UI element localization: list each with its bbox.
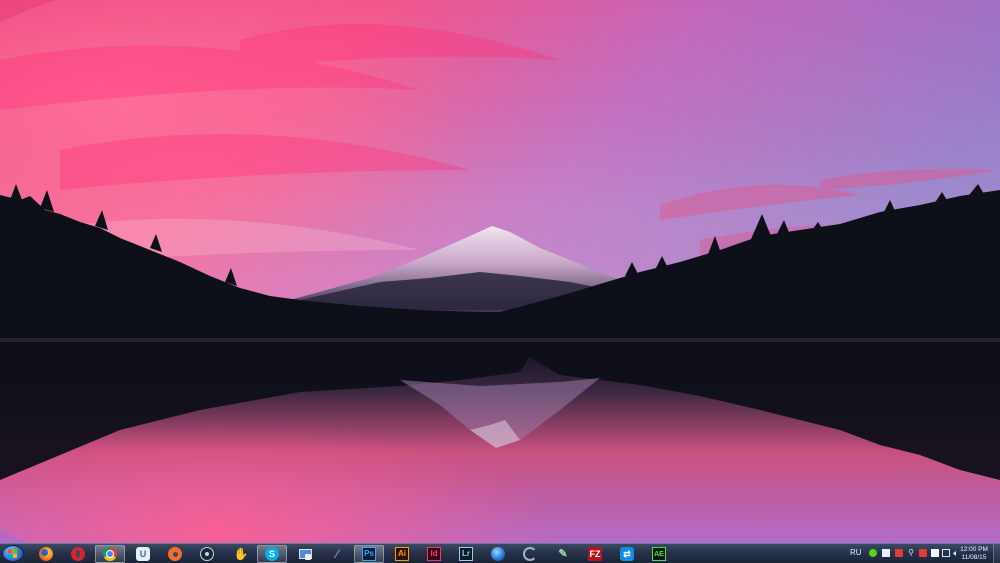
taskbar-app-opera[interactable] (63, 545, 93, 563)
taskbar-app-hand[interactable]: ✋ (226, 545, 256, 563)
network-icon[interactable]: ⚲ (907, 549, 915, 557)
feather-icon: ⁄ (335, 547, 338, 561)
uplay-icon: U (136, 547, 150, 561)
taskbar-app-steam[interactable] (192, 545, 222, 563)
teamviewer-icon: ⇄ (620, 547, 634, 561)
hand-icon: ✋ (233, 547, 249, 561)
taskbar-app-origin[interactable] (160, 545, 190, 563)
skype-icon: S (265, 547, 279, 561)
opera-icon (71, 547, 85, 561)
taskbar-app-feather[interactable]: ⁄ (322, 545, 352, 563)
taskbar-app-swirl[interactable] (515, 545, 545, 563)
taskbar-app-indesign[interactable]: Id (419, 545, 449, 563)
clock-date: 11/08/15 (961, 553, 987, 561)
indesign-icon: Id (427, 547, 441, 561)
taskbar-app-globe[interactable] (483, 545, 513, 563)
clock[interactable]: 12:00 PM 11/08/15 (957, 546, 991, 561)
security-icon[interactable] (895, 549, 903, 557)
show-desktop-button[interactable] (993, 544, 1000, 563)
language-indicator[interactable]: RU (850, 548, 862, 557)
chrome-icon (103, 547, 117, 561)
taskbar-app-teamviewer[interactable]: ⇄ (612, 545, 642, 563)
start-button[interactable] (2, 545, 24, 562)
filezilla-icon: FZ (588, 547, 602, 561)
taskbar-app-pen[interactable]: ✎ (548, 545, 578, 563)
taskbar-app-matrix[interactable]: AE (644, 545, 674, 563)
windows-logo-icon (8, 548, 18, 559)
clock-time: 12:00 PM (960, 546, 988, 553)
display-icon[interactable] (942, 549, 950, 557)
steam-icon (200, 547, 214, 561)
green-status-icon[interactable] (869, 549, 877, 557)
origin-icon (168, 547, 182, 561)
pen-icon: ✎ (558, 547, 568, 560)
matrix-icon: AE (652, 547, 666, 561)
taskbar: U ✋ S ⁄ Ps Ai Id Lr ✎ FZ ⇄ AE RU ⚲ 🔈︎ 12… (0, 543, 1000, 563)
taskbar-app-illustrator[interactable]: Ai (387, 545, 417, 563)
taskbar-app-computer[interactable] (290, 545, 320, 563)
photoshop-icon: Ps (362, 547, 376, 561)
taskbar-app-chrome[interactable] (95, 545, 125, 563)
globe-icon (491, 547, 505, 561)
swirl-icon (523, 547, 537, 561)
desktop-wallpaper (0, 0, 1000, 543)
computer-icon (298, 547, 312, 561)
taskbar-app-firefox[interactable] (31, 545, 61, 563)
firefox-icon (39, 547, 53, 561)
system-tray: RU ⚲ 🔈︎ 12:00 PM 11/08/15 (845, 544, 1000, 563)
taskbar-app-photoshop[interactable]: Ps (354, 545, 384, 563)
taskbar-app-lightroom[interactable]: Lr (451, 545, 481, 563)
lightroom-icon: Lr (459, 547, 473, 561)
action-center-icon[interactable] (882, 549, 890, 557)
taskbar-app-uplay[interactable]: U (128, 545, 158, 563)
antivirus-icon[interactable] (919, 549, 927, 557)
taskbar-app-skype[interactable]: S (257, 545, 287, 563)
flag-icon[interactable] (931, 549, 939, 557)
illustrator-icon: Ai (395, 547, 409, 561)
taskbar-app-filezilla[interactable]: FZ (580, 545, 610, 563)
